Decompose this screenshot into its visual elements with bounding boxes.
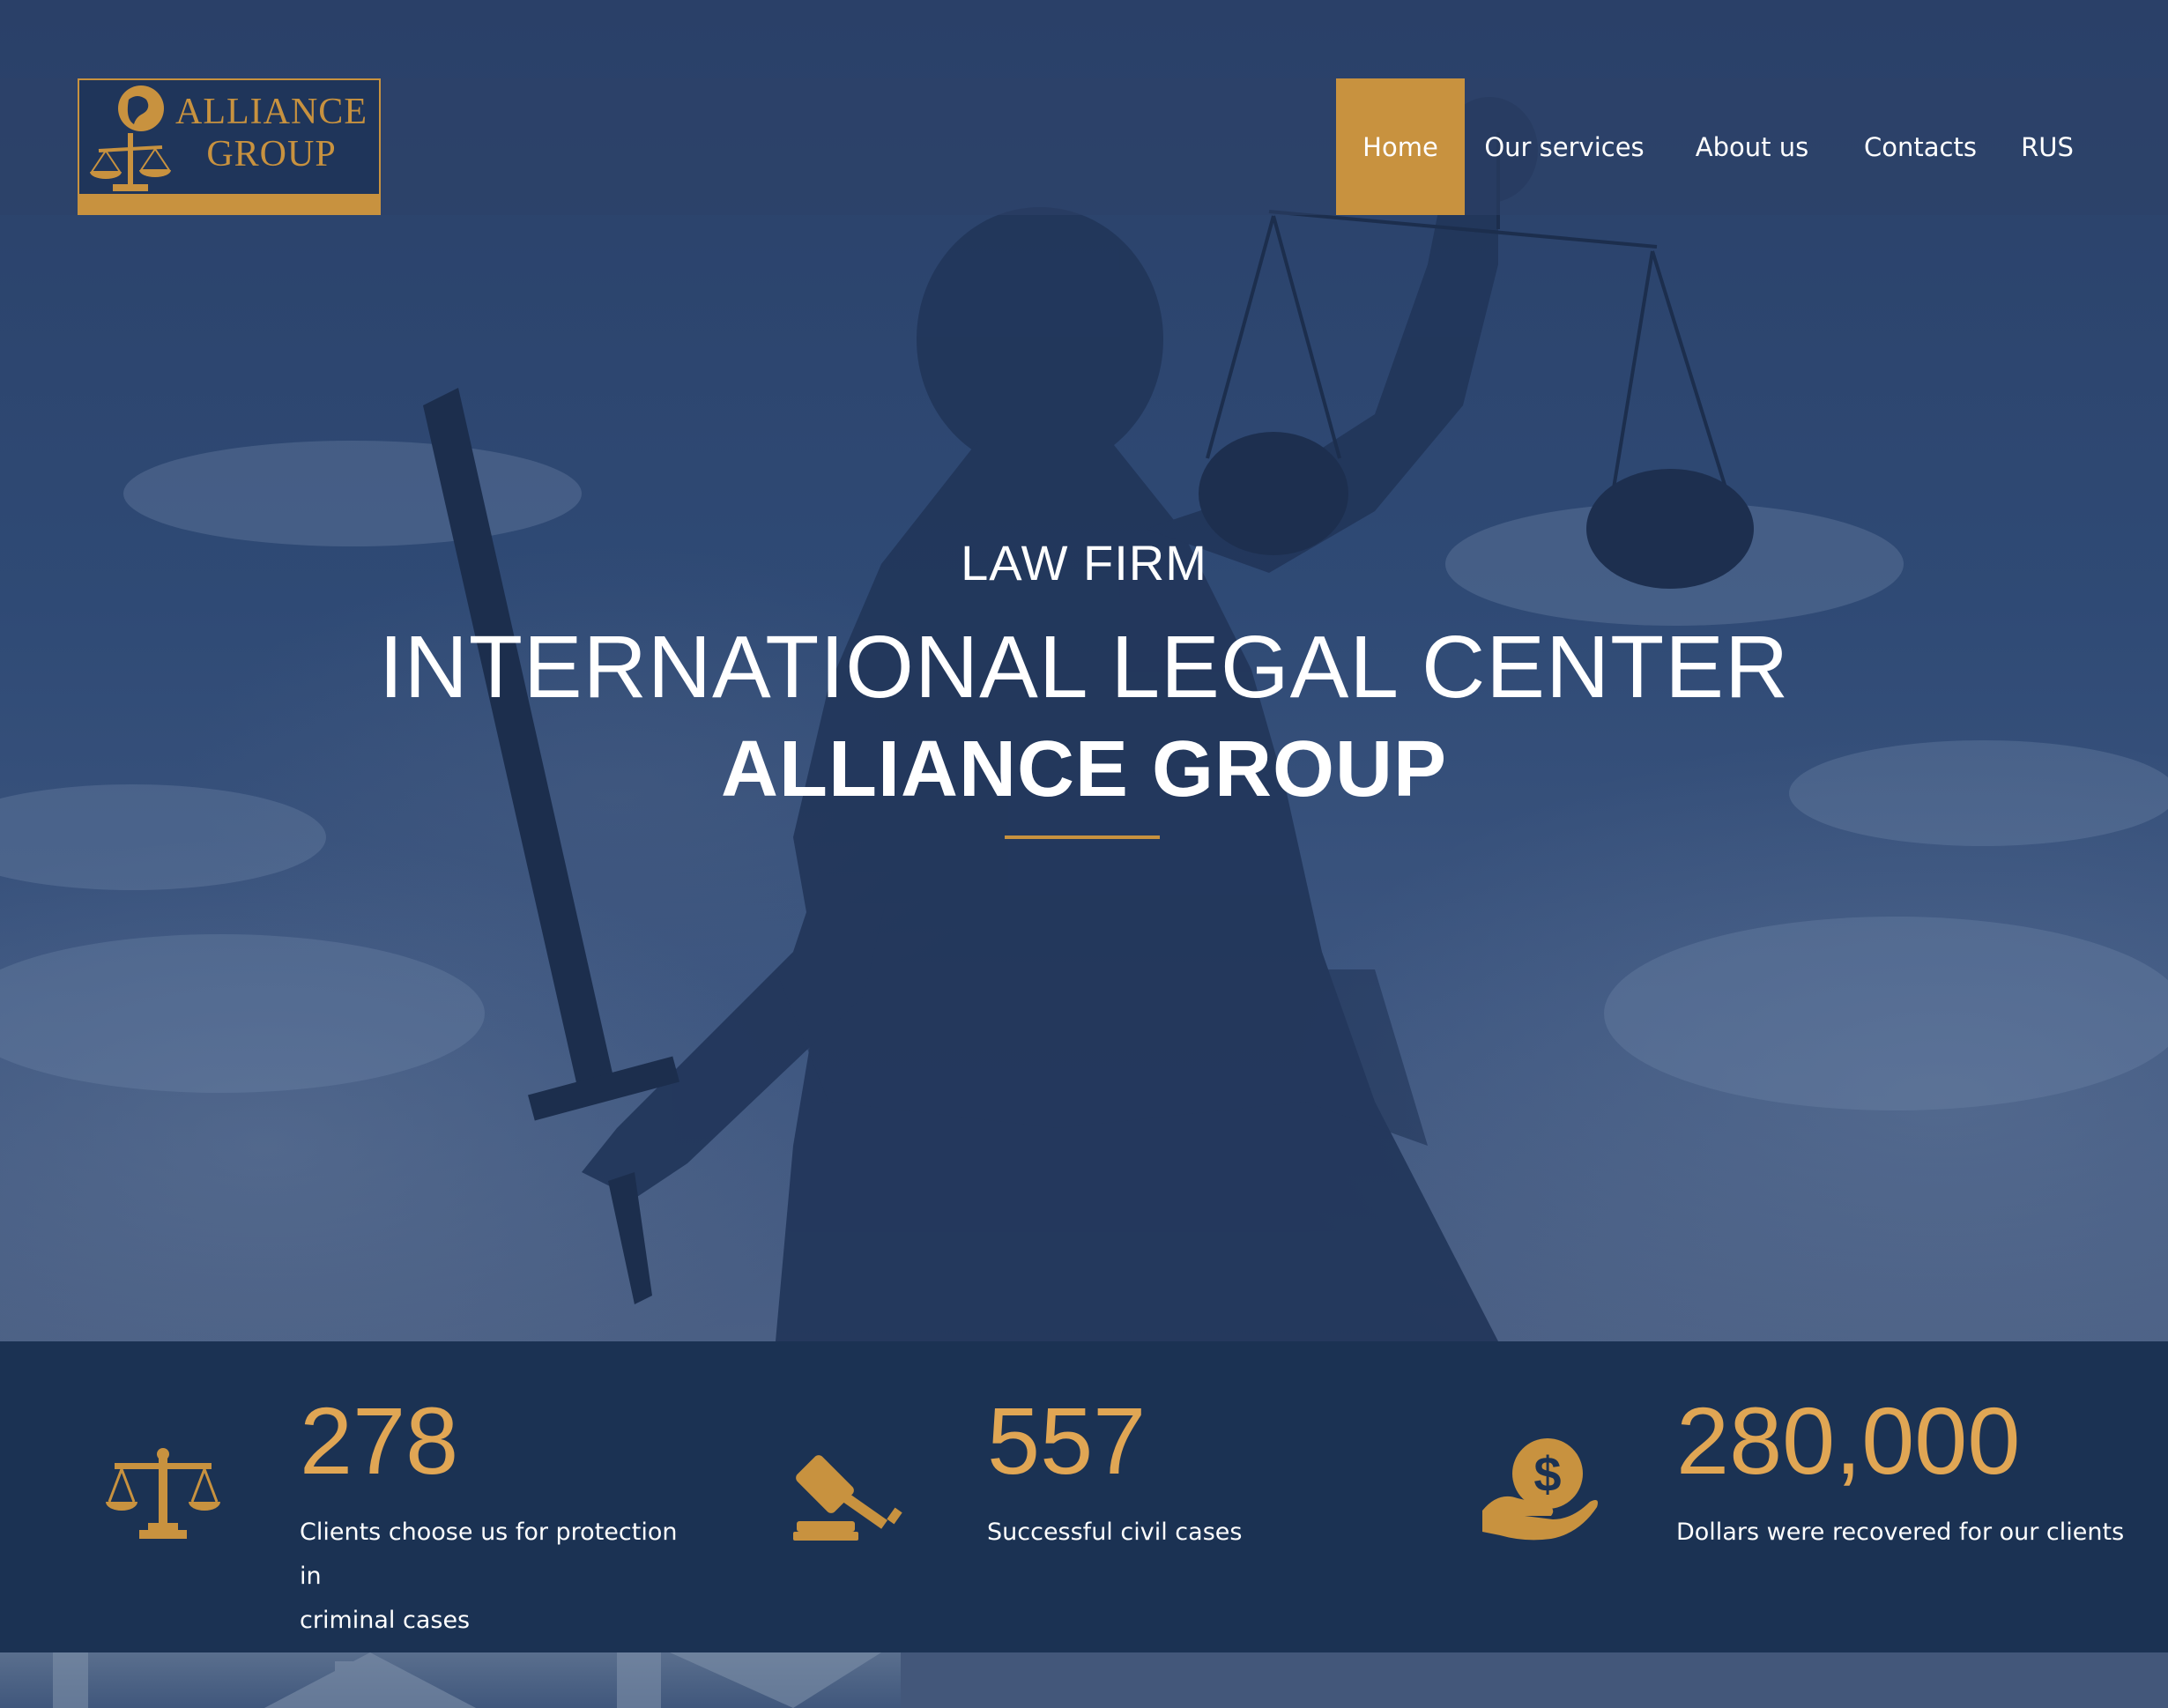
stat-description-line-2: criminal cases [300, 1607, 471, 1634]
nav-contacts-link[interactable]: Contacts [1840, 78, 2001, 215]
stat-criminal-clients: 278 Clients choose us for protection in … [0, 1341, 723, 1652]
stats-section: 278 Clients choose us for protection in … [0, 1341, 2168, 1652]
building-image-preview [0, 1652, 901, 1708]
stat-number: 557 [987, 1387, 1147, 1494]
main-navigation: Home Our services About us Contacts RUS [0, 78, 2168, 215]
content-panel [901, 1652, 2168, 1708]
stat-description: Dollars were recovered for our clients [1676, 1511, 2168, 1555]
hero-title: INTERNATIONAL LEGAL CENTER [378, 618, 1790, 717]
hero-kicker: LAW FIRM [961, 535, 1207, 590]
stat-civil-cases: 557 Successful civil cases [723, 1341, 1445, 1652]
nav-home-link[interactable]: Home [1336, 78, 1465, 215]
stat-dollars-recovered: $ 280,000 Dollars were recovered for our… [1445, 1341, 2168, 1652]
building-columns-graphic [53, 1652, 881, 1708]
money-hand-icon: $ [1482, 1438, 1598, 1541]
stat-description: Successful civil cases [987, 1511, 1410, 1555]
scales-icon [106, 1448, 220, 1539]
stat-description-line-1: Successful civil cases [987, 1519, 1243, 1546]
stat-description: Clients choose us for protection in crim… [300, 1511, 705, 1643]
gavel-icon [793, 1455, 902, 1541]
stat-number: 280,000 [1676, 1387, 2021, 1494]
stat-number: 278 [300, 1387, 459, 1494]
stat-description-line-1: Clients choose us for protection in [300, 1519, 678, 1590]
hero-subtitle: ALLIANCE GROUP [721, 725, 1447, 813]
hero-divider [1005, 835, 1160, 839]
stat-description-line-1: Dollars were recovered for our clients [1676, 1519, 2125, 1546]
language-switch-rus[interactable]: RUS [2001, 78, 2094, 215]
svg-text:$: $ [1533, 1446, 1561, 1502]
nav-about-us-link[interactable]: About us [1664, 78, 1840, 215]
nav-our-services-link[interactable]: Our services [1465, 78, 1664, 215]
